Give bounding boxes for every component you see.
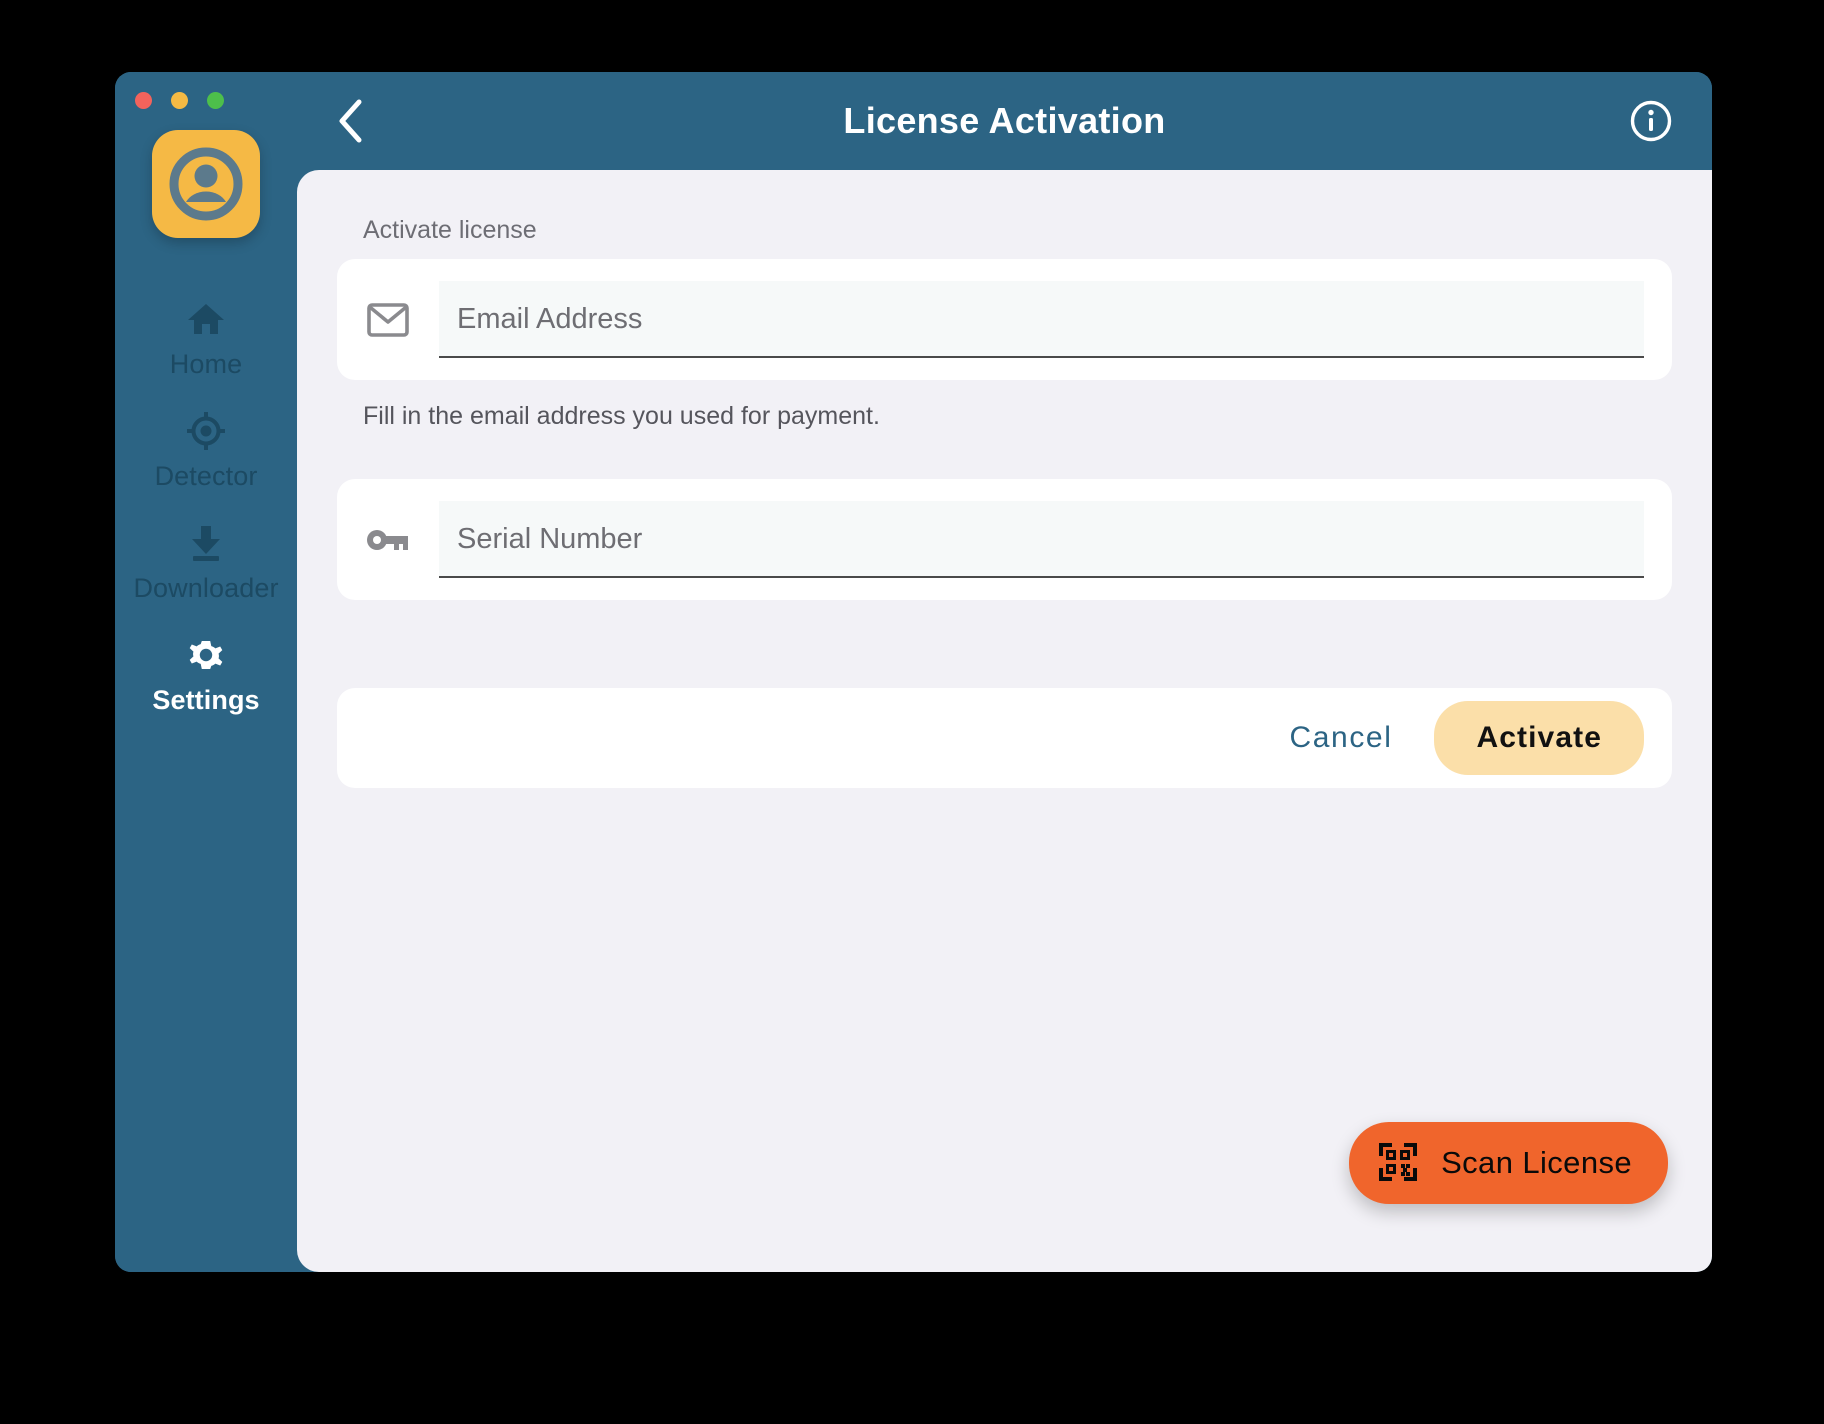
email-input[interactable]: [457, 303, 1626, 336]
application-window: Home Detector Downloader Settings Licens…: [115, 72, 1712, 1272]
sidebar-item-label: Settings: [152, 685, 260, 715]
maximize-window-button[interactable]: [207, 92, 224, 109]
key-icon: [365, 527, 411, 553]
email-input-wrapper[interactable]: [439, 281, 1644, 358]
scan-license-button[interactable]: Scan License: [1349, 1122, 1668, 1204]
scan-license-label: Scan License: [1441, 1145, 1632, 1180]
email-helper-text: Fill in the email address you used for p…: [363, 402, 880, 430]
sidebar: Home Detector Downloader Settings: [115, 72, 297, 1272]
sidebar-item-label: Downloader: [133, 573, 279, 603]
envelope-icon: [365, 302, 411, 337]
crosshair-icon: [187, 412, 225, 450]
title-bar: License Activation: [297, 72, 1712, 170]
sidebar-item-settings[interactable]: Settings: [115, 620, 297, 732]
sidebar-item-home[interactable]: Home: [115, 284, 297, 396]
gear-icon: [186, 636, 226, 674]
info-button[interactable]: [1628, 98, 1674, 144]
back-button[interactable]: [323, 94, 377, 148]
home-icon: [187, 300, 225, 338]
qr-code-icon: [1377, 1141, 1419, 1186]
chevron-left-icon: [339, 99, 362, 143]
sidebar-item-label: Detector: [154, 461, 258, 491]
email-field-card: [337, 259, 1672, 380]
serial-input-wrapper[interactable]: [439, 501, 1644, 578]
sidebar-item-downloader[interactable]: Downloader: [115, 508, 297, 620]
section-label: Activate license: [363, 216, 537, 244]
serial-field-card: [337, 479, 1672, 600]
right-pane: License Activation Activate license Emai…: [297, 72, 1712, 1272]
user-avatar-icon: [169, 147, 243, 221]
avatar[interactable]: [152, 130, 260, 238]
close-window-button[interactable]: [135, 92, 152, 109]
window-traffic-lights: [135, 92, 224, 109]
download-icon: [187, 524, 225, 562]
page-title: License Activation: [843, 100, 1166, 141]
sidebar-nav: Home Detector Downloader Settings: [115, 284, 297, 732]
info-circle-icon: [1630, 100, 1672, 142]
content-area: Activate license Fill in the email addre…: [297, 170, 1712, 1272]
sidebar-item-label: Home: [169, 349, 243, 379]
sidebar-item-detector[interactable]: Detector: [115, 396, 297, 508]
minimize-window-button[interactable]: [171, 92, 188, 109]
actions-card: Cancel Activate: [337, 688, 1672, 788]
serial-input[interactable]: [457, 523, 1626, 556]
activate-button[interactable]: Activate: [1434, 701, 1644, 775]
cancel-button[interactable]: Cancel: [1263, 707, 1418, 769]
